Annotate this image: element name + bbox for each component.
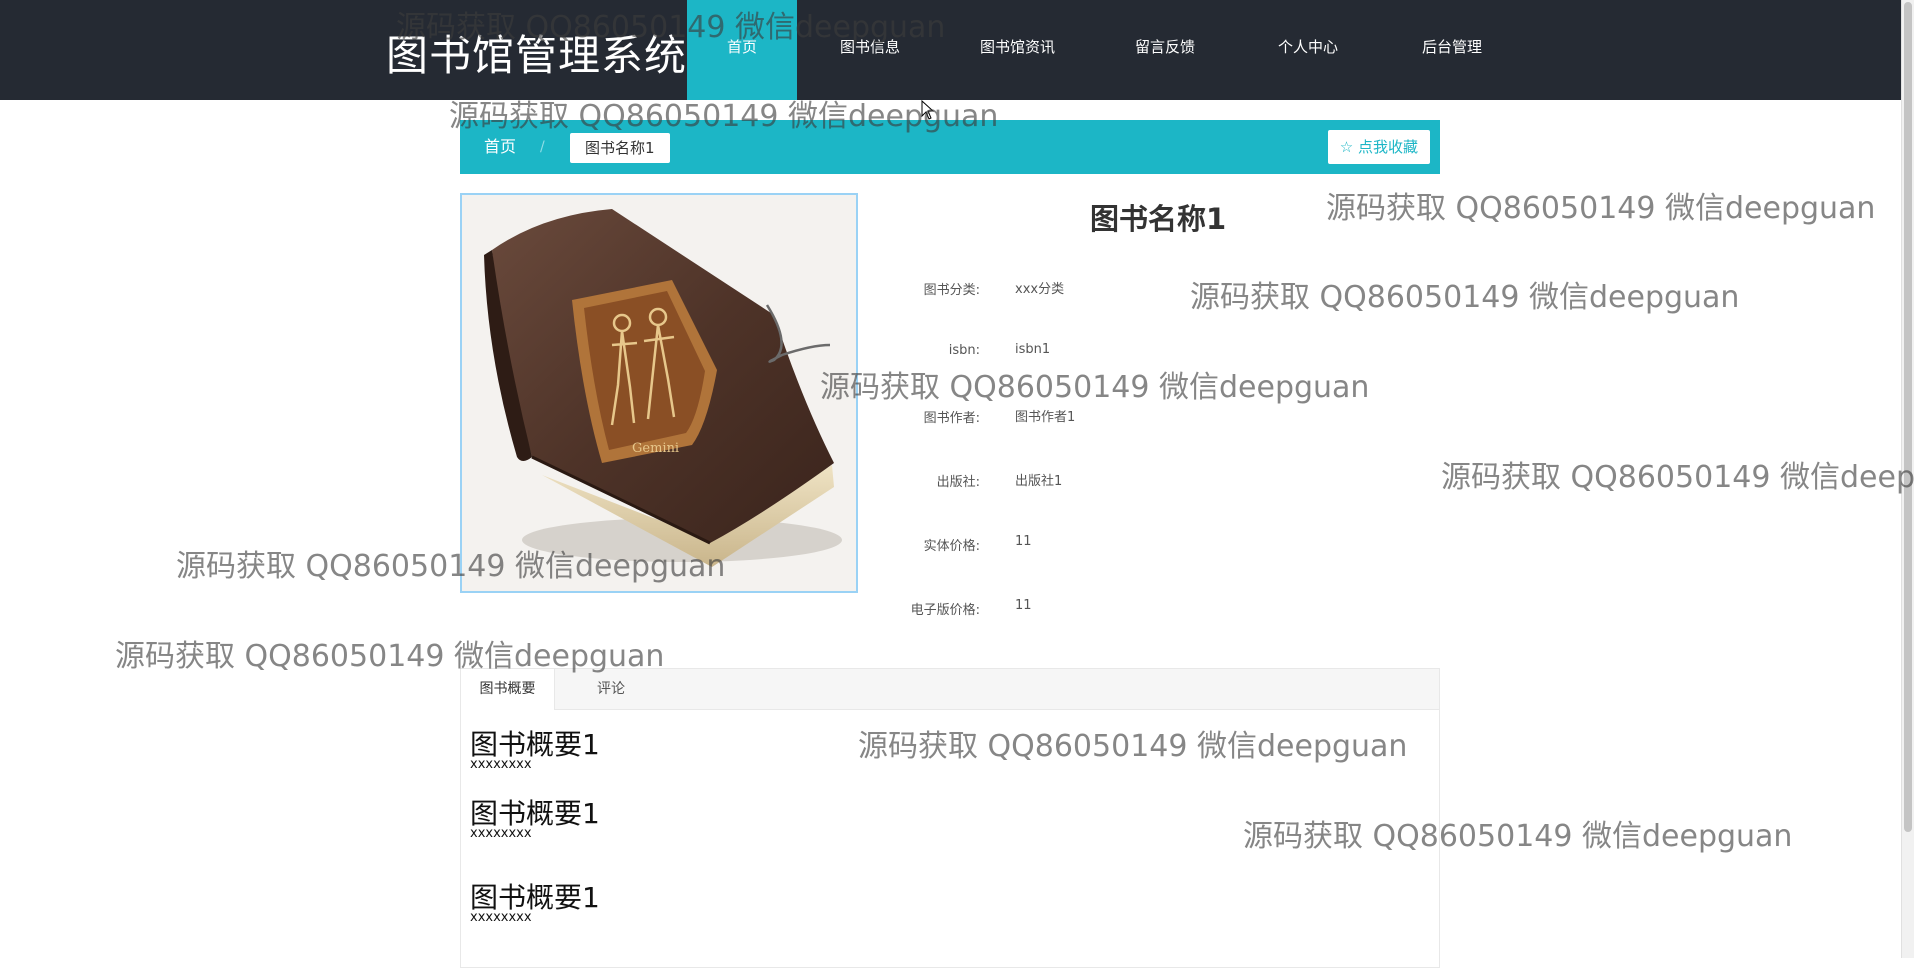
nav-item-home[interactable]: 首页: [687, 0, 797, 100]
nav-item-admin[interactable]: 后台管理: [1397, 0, 1507, 100]
publisher-label: 出版社:: [936, 475, 980, 490]
ebook-price-label: 电子版价格:: [910, 603, 980, 618]
mouse-cursor-icon: [921, 100, 935, 120]
breadcrumb-current: 图书名称1: [570, 133, 670, 163]
tab-summary[interactable]: 图书概要: [461, 669, 555, 710]
category-label: 图书分类:: [923, 283, 980, 298]
isbn-value: isbn1: [1015, 342, 1051, 357]
ebook-price-value: 11: [1015, 598, 1032, 613]
detail-tabs: 图书概要 评论 图书概要1 xxxxxxxx 图书概要1 xxxxxxxx 图书…: [460, 668, 1440, 968]
nav-item-library-news[interactable]: 图书馆资讯: [955, 0, 1080, 100]
book-cover-image: Gemini: [460, 193, 858, 593]
nav-item-personal-center[interactable]: 个人中心: [1253, 0, 1363, 100]
print-price-value: 11: [1015, 534, 1032, 549]
breadcrumb-home-link[interactable]: 首页: [484, 120, 516, 174]
summary-text: xxxxxxxx: [470, 910, 532, 925]
watermark: 源码获取 QQ86050149 微信deepguan: [820, 370, 1370, 405]
scrollbar-thumb[interactable]: [1904, 2, 1912, 832]
watermark: 源码获取 QQ86050149 微信deepguan: [1441, 460, 1914, 495]
publisher-value: 出版社1: [1015, 474, 1063, 489]
page-scrollbar[interactable]: [1901, 0, 1914, 958]
nav-item-feedback[interactable]: 留言反馈: [1110, 0, 1220, 100]
tab-comments[interactable]: 评论: [571, 669, 651, 710]
watermark: 源码获取 QQ86050149 微信deepguan: [1326, 191, 1876, 226]
summary-text: xxxxxxxx: [470, 826, 532, 841]
category-value: xxx分类: [1015, 282, 1065, 297]
author-label: 图书作者:: [923, 411, 980, 426]
print-price-label: 实体价格:: [923, 539, 980, 554]
tabs-header: 图书概要 评论: [461, 669, 1439, 710]
summary-text: xxxxxxxx: [470, 757, 532, 772]
breadcrumb: 首页 / 图书名称1 ☆ 点我收藏: [460, 120, 1440, 174]
isbn-label: isbn:: [948, 343, 980, 358]
watermark: 源码获取 QQ86050149 微信deepguan: [1190, 280, 1740, 315]
site-title: 图书馆管理系统: [386, 31, 688, 80]
cover-text: Gemini: [632, 441, 679, 456]
book-title: 图书名称1: [1090, 202, 1227, 236]
breadcrumb-separator: /: [540, 139, 545, 155]
author-value: 图书作者1: [1015, 410, 1076, 425]
nav-item-book-info[interactable]: 图书信息: [815, 0, 925, 100]
favorite-button[interactable]: ☆ 点我收藏: [1327, 130, 1430, 164]
top-navbar: 图书馆管理系统 首页 图书信息 图书馆资讯 留言反馈 个人中心 后台管理: [0, 0, 1902, 100]
